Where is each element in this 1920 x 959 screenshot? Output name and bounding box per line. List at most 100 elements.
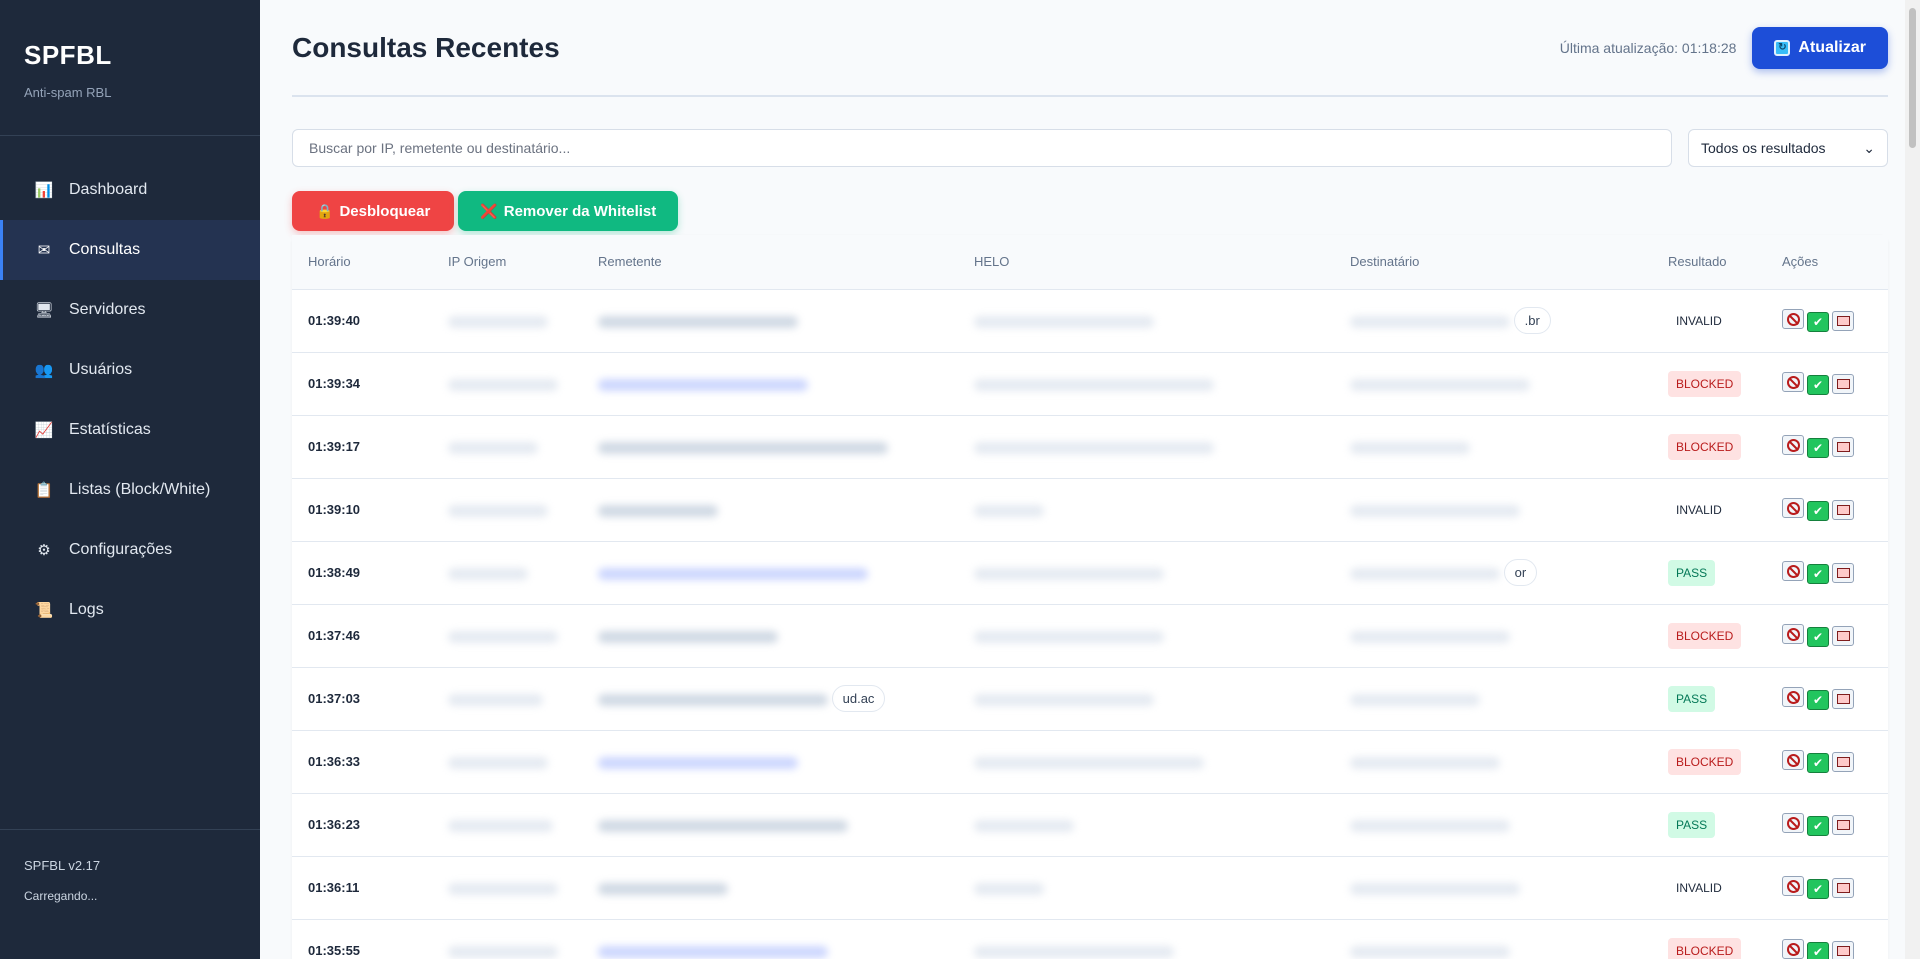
status-badge: INVALID <box>1676 880 1722 895</box>
block-icon[interactable] <box>1782 813 1804 834</box>
sidebar-item-logs[interactable]: 📜 Logs <box>0 580 260 640</box>
result-filter-select[interactable]: Todos os resultados ⌄ <box>1688 129 1888 167</box>
whitelist-check-icon[interactable]: ✔ <box>1807 374 1829 395</box>
sidebar-item-consultas[interactable]: ✉ Consultas <box>0 220 260 280</box>
users-icon: 👥 <box>34 362 54 379</box>
block-icon[interactable] <box>1782 561 1804 582</box>
sidebar-item-servidores[interactable]: 🖥 Servidores <box>0 280 260 340</box>
page-title: Consultas Recentes <box>292 31 560 63</box>
sidebar-item-listas[interactable]: 📋 Listas (Block/White) <box>0 460 260 520</box>
brand-title: SPFBL <box>24 40 112 70</box>
table-row[interactable]: 01:35:55 BLOCKED ✔ <box>292 919 1888 959</box>
block-icon[interactable] <box>1782 687 1804 708</box>
details-icon[interactable] <box>1832 751 1854 772</box>
details-icon[interactable] <box>1832 688 1854 709</box>
block-icon[interactable] <box>1782 939 1804 959</box>
details-icon[interactable] <box>1832 436 1854 457</box>
details-icon[interactable] <box>1832 877 1854 898</box>
block-icon[interactable] <box>1782 876 1804 897</box>
cell-helo <box>958 604 1334 668</box>
sidebar-item-configuracoes[interactable]: ⚙ Configurações <box>0 520 260 580</box>
sidebar-item-estatisticas[interactable]: 📈 Estatísticas <box>0 400 260 460</box>
cell-sender <box>582 289 958 353</box>
col-resultado[interactable]: Resultado <box>1652 235 1766 290</box>
table-row[interactable]: 01:36:33 BLOCKED ✔ <box>292 730 1888 794</box>
status-badge: BLOCKED <box>1668 433 1742 460</box>
cell-time: 01:39:10 <box>292 478 432 542</box>
whitelist-check-icon[interactable]: ✔ <box>1807 815 1829 836</box>
header-right: Última atualização: 01:18:28 ↻ Atualizar <box>1560 26 1888 69</box>
cell-result: PASS <box>1652 667 1766 731</box>
unblock-button[interactable]: 🔒 Desbloquear <box>292 191 455 231</box>
status-badge: PASS <box>1668 685 1716 712</box>
mail-icon: ✉ <box>37 242 51 259</box>
cell-destination: .br <box>1334 289 1652 353</box>
block-icon[interactable] <box>1782 498 1804 519</box>
block-icon[interactable] <box>1782 435 1804 456</box>
cell-time: 01:39:17 <box>292 415 432 479</box>
block-icon[interactable] <box>1782 372 1804 393</box>
refresh-button[interactable]: ↻ Atualizar <box>1752 26 1888 69</box>
block-icon[interactable] <box>1782 309 1804 330</box>
cell-destination <box>1334 478 1652 542</box>
cell-time: 01:39:34 <box>292 352 432 416</box>
remove-whitelist-button[interactable]: ❌ Remover da Whitelist <box>458 191 679 231</box>
details-icon[interactable] <box>1832 625 1854 646</box>
page-scrollbar[interactable] <box>1905 0 1920 959</box>
cell-helo <box>958 793 1334 857</box>
col-remetente[interactable]: Remetente <box>582 235 958 290</box>
whitelist-check-icon[interactable]: ✔ <box>1807 437 1829 458</box>
scrollbar-thumb[interactable] <box>1909 8 1916 148</box>
col-acoes: Ações <box>1766 235 1888 290</box>
cell-ip <box>432 352 582 416</box>
cell-actions: ✔ <box>1766 856 1888 920</box>
table-row[interactable]: 01:36:11 INVALID ✔ <box>292 856 1888 920</box>
col-destinatario[interactable]: Destinatário <box>1334 235 1652 290</box>
table-row[interactable]: 01:38:49 or PASS ✔ <box>292 541 1888 605</box>
whitelist-check-icon[interactable]: ✔ <box>1807 626 1829 647</box>
details-icon[interactable] <box>1832 940 1854 959</box>
whitelist-check-icon[interactable]: ✔ <box>1807 500 1829 521</box>
cell-result: INVALID <box>1652 289 1766 353</box>
sidebar-item-dashboard[interactable]: 📊 Dashboard <box>0 160 260 220</box>
col-horario[interactable]: Horário <box>292 235 432 290</box>
sidebar-footer: SPFBL v2.17 Carregando... <box>0 829 260 959</box>
details-icon[interactable] <box>1832 373 1854 394</box>
whitelist-check-icon[interactable]: ✔ <box>1807 311 1829 332</box>
table-row[interactable]: 01:39:17 BLOCKED ✔ <box>292 415 1888 479</box>
col-ip-origem[interactable]: IP Origem <box>432 235 582 290</box>
sidebar-item-label: Dashboard <box>69 181 148 198</box>
cell-destination <box>1334 856 1652 920</box>
details-icon[interactable] <box>1832 562 1854 583</box>
status-badge: BLOCKED <box>1668 748 1742 775</box>
details-icon[interactable] <box>1832 814 1854 835</box>
cell-ip <box>432 667 582 731</box>
version-label: SPFBL v2.17 <box>24 858 101 873</box>
whitelist-check-icon[interactable]: ✔ <box>1807 752 1829 773</box>
block-icon[interactable] <box>1782 750 1804 771</box>
cell-ip <box>432 604 582 668</box>
whitelist-check-icon[interactable]: ✔ <box>1807 563 1829 584</box>
table-row[interactable]: 01:39:40 .br INVALID ✔ <box>292 289 1888 353</box>
whitelist-check-icon[interactable]: ✔ <box>1807 941 1829 959</box>
table-row[interactable]: 01:39:34 BLOCKED ✔ <box>292 352 1888 416</box>
col-helo[interactable]: HELO <box>958 235 1334 290</box>
whitelist-check-icon[interactable]: ✔ <box>1807 878 1829 899</box>
monitor-icon: 🖥 <box>34 302 54 319</box>
cell-result: INVALID <box>1652 478 1766 542</box>
details-icon[interactable] <box>1832 310 1854 331</box>
cell-helo <box>958 415 1334 479</box>
brand: SPFBL Anti-spam RBL <box>0 0 260 136</box>
details-icon[interactable] <box>1832 499 1854 520</box>
whitelist-check-icon[interactable]: ✔ <box>1807 689 1829 710</box>
cell-time: 01:36:33 <box>292 730 432 794</box>
cell-result: PASS <box>1652 793 1766 857</box>
table-row[interactable]: 01:37:03 ud.ac PASS ✔ <box>292 667 1888 731</box>
table-row[interactable]: 01:36:23 PASS ✔ <box>292 793 1888 857</box>
table-row[interactable]: 01:37:46 BLOCKED ✔ <box>292 604 1888 668</box>
sidebar-item-label: Listas (Block/White) <box>69 481 211 498</box>
sidebar-item-usuarios[interactable]: 👥 Usuários <box>0 340 260 400</box>
table-row[interactable]: 01:39:10 INVALID ✔ <box>292 478 1888 542</box>
block-icon[interactable] <box>1782 624 1804 645</box>
search-input[interactable] <box>292 129 1672 167</box>
